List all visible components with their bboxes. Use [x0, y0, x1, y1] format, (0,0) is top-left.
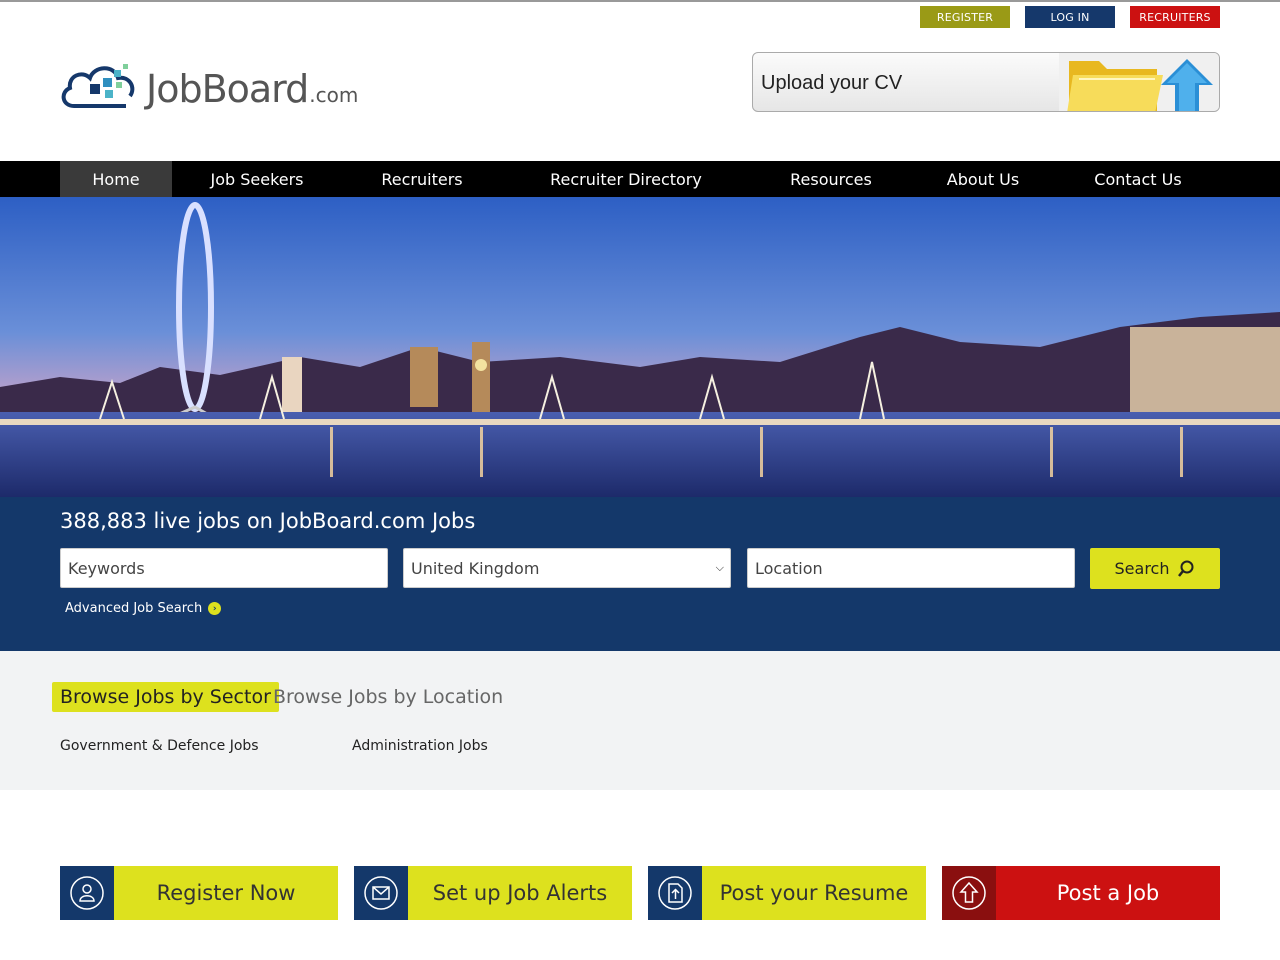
main-nav: Home Job Seekers Recruiters Recruiter Di… — [0, 161, 1280, 197]
job-alerts-button[interactable]: Set up Job Alerts — [354, 866, 632, 920]
nav-recruiter-directory[interactable]: Recruiter Directory — [536, 161, 716, 197]
site-logo[interactable]: JobBoard .com — [60, 58, 358, 110]
login-button[interactable]: LOG IN — [1025, 6, 1115, 28]
job-alerts-label: Set up Job Alerts — [408, 866, 632, 920]
nav-job-seekers[interactable]: Job Seekers — [196, 161, 318, 197]
nav-contact-us[interactable]: Contact Us — [1082, 161, 1194, 197]
post-resume-button[interactable]: Post your Resume — [648, 866, 926, 920]
country-select[interactable]: United Kingdom ⌵ — [403, 548, 731, 588]
logo-wordmark: JobBoard — [146, 67, 309, 111]
envelope-icon — [354, 866, 408, 920]
live-jobs-headline: 388,883 live jobs on JobBoard.com Jobs — [60, 509, 476, 533]
location-input[interactable]: Location — [747, 548, 1075, 588]
nav-about-us[interactable]: About Us — [930, 161, 1036, 197]
tab-browse-by-sector[interactable]: Browse Jobs by Sector — [52, 682, 279, 712]
nav-recruiters[interactable]: Recruiters — [366, 161, 478, 197]
post-resume-label: Post your Resume — [702, 866, 926, 920]
arrow-right-circle-icon: › — [208, 602, 222, 615]
job-search-panel: 388,883 live jobs on JobBoard.com Jobs K… — [0, 497, 1280, 651]
nav-resources[interactable]: Resources — [776, 161, 886, 197]
upload-cv-label: Upload your CV — [761, 72, 903, 94]
register-now-button[interactable]: Register Now — [60, 866, 338, 920]
post-job-label: Post a Job — [996, 866, 1220, 920]
hero-image-london-skyline — [0, 197, 1280, 497]
browse-section: Browse Jobs by Sector Browse Jobs by Loc… — [0, 651, 1280, 790]
chevron-down-icon: ⌵ — [715, 561, 724, 574]
nav-home[interactable]: Home — [60, 161, 172, 197]
advanced-search-label: Advanced Job Search — [65, 601, 203, 616]
register-button[interactable]: REGISTER — [920, 6, 1010, 28]
logo-domain: .com — [309, 83, 359, 107]
arrow-up-icon — [942, 866, 996, 920]
register-now-label: Register Now — [114, 866, 338, 920]
search-icon — [1178, 560, 1194, 577]
account-buttons: REGISTER LOG IN RECRUITERS — [920, 6, 1220, 28]
recruiters-button[interactable]: RECRUITERS — [1130, 6, 1220, 28]
sector-link[interactable]: Administration Jobs — [352, 738, 488, 754]
cloud-logo-icon — [60, 58, 140, 110]
search-button-label: Search — [1114, 559, 1170, 578]
post-job-button[interactable]: Post a Job — [942, 866, 1220, 920]
document-upload-icon — [648, 866, 702, 920]
folder-upload-icon — [1059, 53, 1219, 111]
sector-link[interactable]: Government & Defence Jobs — [60, 738, 259, 754]
country-select-value: United Kingdom — [411, 558, 540, 578]
upload-cv-banner[interactable]: Upload your CV — [752, 52, 1220, 112]
search-button[interactable]: Search — [1090, 548, 1220, 589]
tab-browse-by-location[interactable]: Browse Jobs by Location — [273, 682, 503, 712]
keywords-input[interactable]: Keywords — [60, 548, 388, 588]
advanced-search-link[interactable]: Advanced Job Search › — [65, 601, 222, 616]
top-border — [0, 0, 1280, 2]
user-icon — [60, 866, 114, 920]
